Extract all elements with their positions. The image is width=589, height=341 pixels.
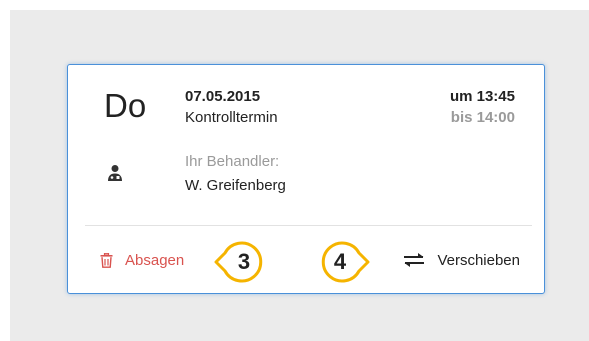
card-divider <box>85 225 532 226</box>
cancel-appointment-button[interactable]: Absagen <box>100 248 184 272</box>
appointment-date: 07.05.2015 <box>185 88 261 105</box>
appointment-type: Kontrolltermin <box>185 109 278 126</box>
reschedule-appointment-label: Verschieben <box>437 251 520 269</box>
therapist-label: Ihr Behandler: <box>185 153 280 170</box>
callout-number-4: 4 <box>333 249 347 274</box>
callout-number-3: 3 <box>237 249 251 274</box>
appointment-weekday: Do <box>104 87 147 124</box>
callout-badge-3: 3 <box>214 240 274 284</box>
therapist-name: W. Greifenberg <box>185 177 286 194</box>
appointment-card: Do 07.05.2015 Kontrolltermin um 13:45 bi… <box>67 64 545 294</box>
cancel-appointment-label: Absagen <box>125 251 185 269</box>
appointment-end-time: bis 14:00 <box>450 109 515 126</box>
trash-icon <box>100 252 113 268</box>
doctor-icon <box>106 164 124 182</box>
reschedule-appointment-button[interactable]: Verschieben <box>403 248 520 272</box>
callout-badge-4: 4 <box>310 240 370 284</box>
appointment-start-time: um 13:45 <box>449 88 515 105</box>
swap-arrows-icon <box>404 253 425 267</box>
